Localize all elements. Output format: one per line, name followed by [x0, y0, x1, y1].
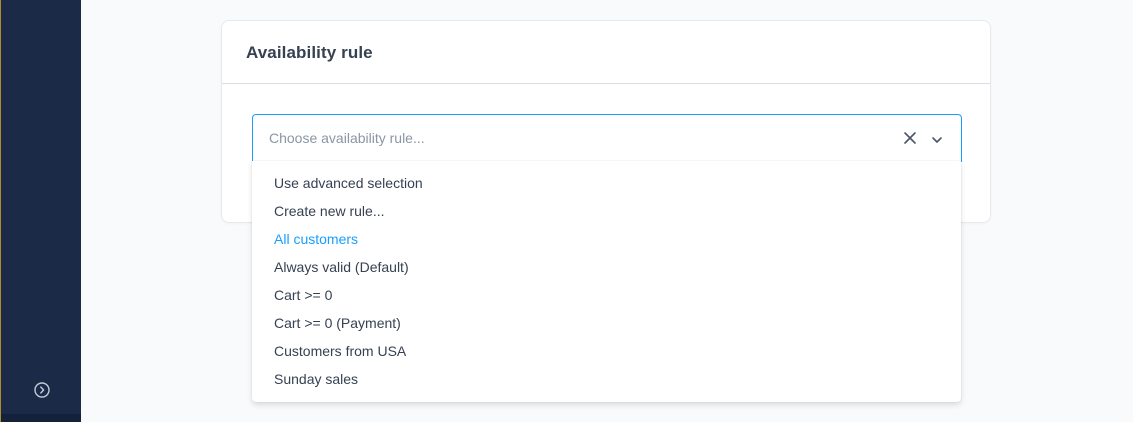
option-always-valid[interactable]: Always valid (Default) — [252, 253, 961, 281]
chevron-down-icon[interactable] — [931, 133, 943, 145]
availability-rule-select[interactable] — [252, 114, 962, 162]
option-cart-gte-0-payment[interactable]: Cart >= 0 (Payment) — [252, 309, 961, 337]
availability-rule-dropdown: Use advanced selection Create new rule..… — [252, 161, 961, 402]
admin-sidebar — [0, 0, 81, 422]
card-title: Availability rule — [246, 43, 373, 62]
option-create-new-rule[interactable]: Create new rule... — [252, 197, 961, 225]
sidebar-footer — [1, 414, 81, 422]
main-content: Availability rule Use advanced selection… — [81, 0, 1133, 422]
option-cart-gte-0[interactable]: Cart >= 0 — [252, 281, 961, 309]
option-all-customers[interactable]: All customers — [252, 225, 961, 253]
option-use-advanced-selection[interactable]: Use advanced selection — [252, 169, 961, 197]
card-header: Availability rule — [222, 21, 990, 84]
option-sunday-sales[interactable]: Sunday sales — [252, 365, 961, 393]
availability-rule-input[interactable] — [269, 115, 869, 161]
close-icon[interactable] — [903, 131, 917, 145]
option-customers-from-usa[interactable]: Customers from USA — [252, 337, 961, 365]
chevron-right-circle-icon[interactable] — [34, 382, 50, 398]
